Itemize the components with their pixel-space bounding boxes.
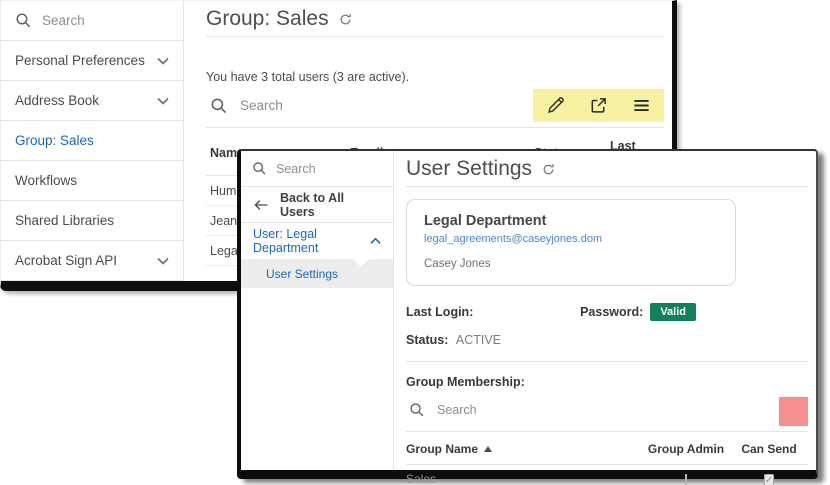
sidebar-item-address-book[interactable]: Address Book [1, 81, 183, 121]
chevron-down-icon [157, 97, 169, 105]
password-label: Password: [580, 305, 644, 319]
user-sidebar-search-input[interactable] [276, 161, 362, 176]
sidebar-item-acrobat-sign-api[interactable]: Acrobat Sign API [1, 241, 183, 281]
sidebar-item-label: Workflows [15, 173, 78, 188]
red-highlight-marker [779, 397, 808, 426]
column-header-group-name[interactable]: Group Name [406, 442, 642, 456]
can-send-checkbox[interactable]: ✓ [763, 474, 775, 485]
sidebar-item-group-sales[interactable]: Group: Sales [1, 121, 183, 161]
sidebar-item-label: Address Book [15, 93, 100, 108]
refresh-icon[interactable] [338, 12, 353, 27]
desktop-canvas: Personal Preferences Address Book Group:… [0, 0, 830, 485]
search-icon [210, 97, 228, 115]
status-value: ACTIVE [455, 333, 502, 347]
title-divider [206, 36, 664, 37]
column-header-can-send[interactable]: Can Send [730, 442, 808, 456]
chevron-down-icon [157, 57, 169, 65]
user-sidebar: Back to All Users User: Legal Department… [241, 151, 394, 470]
user-sidebar-search [241, 151, 393, 187]
users-toolbar-highlight [533, 89, 664, 122]
user-display-name: Legal Department [424, 213, 547, 229]
sort-ascending-icon [484, 446, 493, 452]
sub-item-label: User Settings [266, 266, 339, 281]
status-label: Status: [406, 333, 449, 347]
admin-sidebar: Personal Preferences Address Book Group:… [1, 1, 219, 281]
users-search-input[interactable] [240, 98, 460, 113]
pointer-notch [353, 259, 369, 267]
back-link-label: Back to All Users [280, 190, 345, 219]
sidebar-item-user-legal-department[interactable]: User: Legal Department [241, 223, 393, 259]
back-to-all-users-link[interactable]: Back to All Users [241, 187, 393, 223]
sidebar-nav: Personal Preferences Address Book Group:… [1, 41, 183, 281]
password-cell: Password: Valid [580, 303, 696, 321]
user-count-summary: You have 3 total users (3 are active). [206, 70, 410, 84]
user-settings-window: Back to All Users User: Legal Department… [237, 149, 818, 485]
password-status-badge: Valid [650, 303, 696, 321]
sidebar-item-label: Personal Preferences [15, 53, 145, 68]
refresh-icon[interactable] [541, 162, 556, 177]
groups-table-header: Group Name Group Admin Can Send [406, 432, 808, 465]
sidebar-item-shared-libraries[interactable]: Shared Libraries [1, 201, 183, 241]
login-password-row: Last Login: Password: Valid [406, 303, 808, 321]
user-item-label: User: Legal Department [253, 227, 319, 255]
menu-button[interactable] [632, 96, 651, 115]
users-search-bar [206, 84, 664, 128]
sidebar-search [1, 1, 219, 41]
search-icon [252, 161, 267, 176]
arrow-left-icon [253, 198, 269, 212]
search-icon [409, 402, 425, 418]
group-search-input[interactable] [437, 403, 617, 417]
user-settings-content: User Settings Legal Department legal_agr… [394, 151, 816, 485]
column-header-group-admin[interactable]: Group Admin [642, 442, 730, 456]
sidebar-item-user-settings[interactable]: User Settings [241, 259, 393, 288]
edit-pencil-button[interactable] [546, 96, 565, 115]
page-title: User Settings [406, 157, 808, 181]
user-profile-card: Legal Department legal_agreements@caseyj… [406, 199, 736, 286]
user-full-name: Casey Jones [424, 258, 491, 270]
group-admin-checkbox[interactable] [685, 474, 687, 485]
group-search-bar [406, 389, 808, 432]
page-title: Group: Sales [206, 7, 664, 31]
group-name-cell: Sales [406, 472, 437, 485]
chevron-down-icon [157, 257, 169, 265]
sidebar-item-workflows[interactable]: Workflows [1, 161, 183, 201]
status-row: Status: ACTIVE [406, 333, 808, 347]
sidebar-item-label: Shared Libraries [15, 213, 115, 228]
title-divider [406, 186, 808, 187]
chevron-up-icon [370, 237, 381, 245]
last-login-label: Last Login: [406, 305, 474, 319]
table-row[interactable]: Sales ✓ [406, 465, 808, 485]
sidebar-item-label: Acrobat Sign API [15, 253, 118, 268]
export-button[interactable] [589, 96, 608, 115]
group-membership-label: Group Membership: [406, 375, 525, 389]
search-icon [15, 12, 32, 29]
sidebar-item-label: Group: Sales [15, 133, 94, 148]
user-email-link[interactable]: legal_agreements@caseyjones.dom [424, 233, 718, 245]
section-divider [406, 361, 808, 362]
sidebar-item-personal-preferences[interactable]: Personal Preferences [1, 41, 183, 81]
